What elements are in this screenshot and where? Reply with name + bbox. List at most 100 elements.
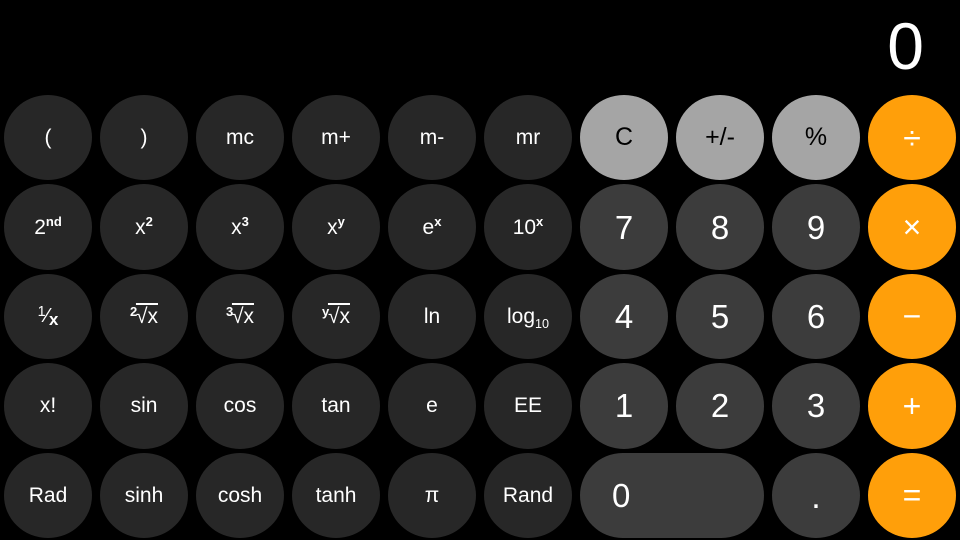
key-label-nine: 9 xyxy=(806,208,826,246)
key-ln[interactable]: ln xyxy=(388,273,476,360)
key-e-pow-x[interactable]: ex xyxy=(388,184,476,270)
key-label-ee: EE xyxy=(513,394,542,418)
key-ten-pow-x[interactable]: 10x xyxy=(484,184,572,270)
key-label-minus: − xyxy=(902,298,922,335)
key-label-x-pow-y: xy xyxy=(327,213,345,239)
key-label-mr: mr xyxy=(515,126,541,150)
key-cbrt[interactable]: 3 √x xyxy=(196,273,284,360)
key-label-one: 1 xyxy=(614,387,634,425)
key-second[interactable]: 2nd xyxy=(4,184,92,270)
key-six[interactable]: 6 xyxy=(772,273,860,360)
key-factorial[interactable]: x! xyxy=(4,363,92,449)
key-rad[interactable]: Rad xyxy=(4,452,92,538)
key-label-x-squared: x2 xyxy=(135,213,153,239)
key-m-plus[interactable]: m+ xyxy=(292,95,380,181)
key-equals[interactable]: = xyxy=(868,452,956,538)
key-rand[interactable]: Rand xyxy=(484,452,572,538)
key-label-three: 3 xyxy=(806,387,826,425)
key-mr[interactable]: mr xyxy=(484,95,572,181)
key-label-mc: mc xyxy=(226,126,254,150)
key-cosh[interactable]: cosh xyxy=(196,452,284,538)
key-label-reciprocal: 1 ⁄ x xyxy=(37,303,59,329)
key-label-rand: Rand xyxy=(502,483,554,507)
key-label-eight: 8 xyxy=(710,208,730,246)
key-label-five: 5 xyxy=(710,297,730,335)
key-yroot[interactable]: y √x xyxy=(292,273,380,360)
key-label-zero: 0 xyxy=(612,476,631,514)
key-four[interactable]: 4 xyxy=(580,273,668,360)
key-label-six: 6 xyxy=(806,297,826,335)
key-label-sinh: sinh xyxy=(124,483,164,507)
key-x-cubed[interactable]: x3 xyxy=(196,184,284,270)
key-label-close-paren: ) xyxy=(140,126,148,150)
key-label-open-paren: ( xyxy=(44,126,52,150)
key-sinh[interactable]: sinh xyxy=(100,452,188,538)
key-label-four: 4 xyxy=(614,297,634,335)
key-label-divide: ÷ xyxy=(903,119,921,156)
calculator-display: 0 xyxy=(0,0,960,92)
key-tan[interactable]: tan xyxy=(292,363,380,449)
key-zero[interactable]: 0 xyxy=(580,452,764,538)
key-cos[interactable]: cos xyxy=(196,363,284,449)
key-close-paren[interactable]: ) xyxy=(100,95,188,181)
key-label-tanh: tanh xyxy=(315,483,357,507)
key-eight[interactable]: 8 xyxy=(676,184,764,270)
key-label-tan: tan xyxy=(321,394,351,418)
key-label-percent: % xyxy=(804,123,828,152)
key-sign[interactable]: +/- xyxy=(676,95,764,181)
key-decimal[interactable]: . xyxy=(772,452,860,538)
key-three[interactable]: 3 xyxy=(772,363,860,449)
key-label-second: 2nd xyxy=(34,213,62,239)
key-label-ten-pow-x: 10x xyxy=(512,213,544,239)
key-reciprocal[interactable]: 1 ⁄ x xyxy=(4,273,92,360)
key-label-sqrt: 2 √x xyxy=(130,303,158,328)
key-label-m-plus: m+ xyxy=(321,126,351,150)
key-open-paren[interactable]: ( xyxy=(4,95,92,181)
key-tanh[interactable]: tanh xyxy=(292,452,380,538)
key-clear[interactable]: C xyxy=(580,95,668,181)
key-label-pi: π xyxy=(424,483,440,507)
key-label-cbrt: 3 √x xyxy=(226,303,254,328)
key-divide[interactable]: ÷ xyxy=(868,95,956,181)
calculator-app: 0 () mc m+ m-mr C +/-% ÷ 2nd x2 x3 xy ex 10x 7 8 9 × 1 ⁄ x 2… xyxy=(0,0,960,540)
key-label-x-cubed: x3 xyxy=(231,213,249,239)
key-minus[interactable]: − xyxy=(868,273,956,360)
key-label-equals: = xyxy=(902,477,922,514)
calculator-keypad: () mc m+ m-mr C +/-% ÷ 2nd x2 x3 xy ex 10x 7 8 9 × 1 ⁄ x 2 √x… xyxy=(0,93,960,540)
key-sqrt[interactable]: 2 √x xyxy=(100,273,188,360)
key-label-yroot: y √x xyxy=(322,303,350,328)
key-plus[interactable]: + xyxy=(868,363,956,449)
key-label-cosh: cosh xyxy=(217,483,263,507)
key-label-rad: Rad xyxy=(28,483,68,507)
key-label-euler: e xyxy=(426,394,438,418)
key-label-clear: C xyxy=(614,123,634,152)
key-label-decimal: . xyxy=(811,478,821,517)
key-label-multiply: × xyxy=(902,209,922,246)
key-one[interactable]: 1 xyxy=(580,363,668,449)
key-label-seven: 7 xyxy=(614,208,634,246)
key-label-sin: sin xyxy=(130,394,158,418)
key-x-pow-y[interactable]: xy xyxy=(292,184,380,270)
key-x-squared[interactable]: x2 xyxy=(100,184,188,270)
key-nine[interactable]: 9 xyxy=(772,184,860,270)
key-label-m-minus: m- xyxy=(419,126,445,150)
key-percent[interactable]: % xyxy=(772,95,860,181)
key-label-log10: log10 xyxy=(506,304,550,332)
key-multiply[interactable]: × xyxy=(868,184,956,270)
key-ee[interactable]: EE xyxy=(484,363,572,449)
key-label-cos: cos xyxy=(223,394,257,418)
key-five[interactable]: 5 xyxy=(676,273,764,360)
key-label-e-pow-x: ex xyxy=(422,213,442,239)
key-label-factorial: x! xyxy=(39,394,57,418)
key-label-ln: ln xyxy=(423,304,441,328)
key-mc[interactable]: mc xyxy=(196,95,284,181)
key-log10[interactable]: log10 xyxy=(484,273,572,360)
display-value: 0 xyxy=(887,9,924,83)
key-seven[interactable]: 7 xyxy=(580,184,668,270)
key-pi[interactable]: π xyxy=(388,452,476,538)
key-two[interactable]: 2 xyxy=(676,363,764,449)
key-m-minus[interactable]: m- xyxy=(388,95,476,181)
key-euler[interactable]: e xyxy=(388,363,476,449)
key-sin[interactable]: sin xyxy=(100,363,188,449)
key-label-two: 2 xyxy=(710,387,730,425)
